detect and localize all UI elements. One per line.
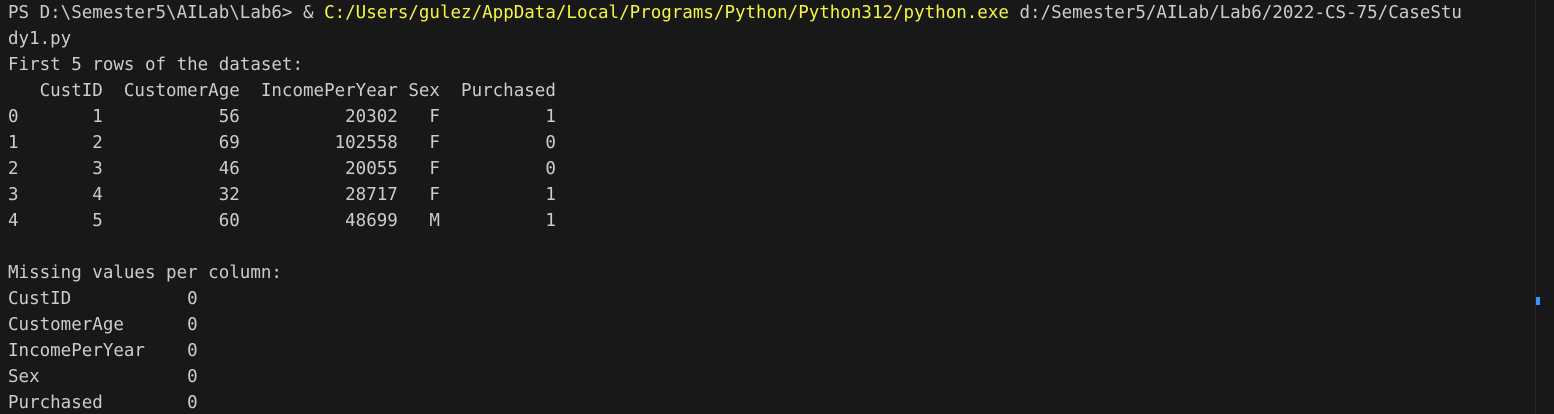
output-line: Missing values per column: xyxy=(8,263,282,283)
output-line: First 5 rows of the dataset: xyxy=(8,55,304,75)
missing-row: Sex 0 xyxy=(8,367,198,387)
missing-row: IncomePerYear 0 xyxy=(8,341,198,361)
table-row: 0 1 56 20302 F 1 xyxy=(8,107,556,127)
table-header: CustID CustomerAge IncomePerYear Sex Pur… xyxy=(8,81,556,101)
command-line: PS D:\Semester5\AILab\Lab6> & C:/Users/g… xyxy=(8,0,1554,26)
table-row: 4 5 60 48699 M 1 xyxy=(8,211,556,231)
command-line-wrap: dy1.py xyxy=(8,26,1554,52)
script-path-part1: d:/Semester5/AILab/Lab6/2022-CS-75/CaseS… xyxy=(1008,3,1462,23)
prompt-text: PS D:\Semester5\AILab\Lab6> & xyxy=(8,3,325,23)
python-exe-path: C:/Users/gulez/AppData/Local/Programs/Py… xyxy=(324,3,1009,23)
table-row: 3 4 32 28717 F 1 xyxy=(8,185,556,205)
scrollbar[interactable] xyxy=(1535,0,1554,414)
terminal-panel[interactable]: PS D:\Semester5\AILab\Lab6> & C:/Users/g… xyxy=(0,0,1554,414)
scroll-position-marker xyxy=(1536,297,1540,305)
missing-row: CustomerAge 0 xyxy=(8,315,198,335)
missing-row: CustID 0 xyxy=(8,289,198,309)
table-row: 2 3 46 20055 F 0 xyxy=(8,159,556,179)
script-path-part2: dy1.py xyxy=(8,29,72,49)
table-row: 1 2 69 102558 F 0 xyxy=(8,133,556,153)
missing-row: Purchased 0 xyxy=(8,393,198,413)
